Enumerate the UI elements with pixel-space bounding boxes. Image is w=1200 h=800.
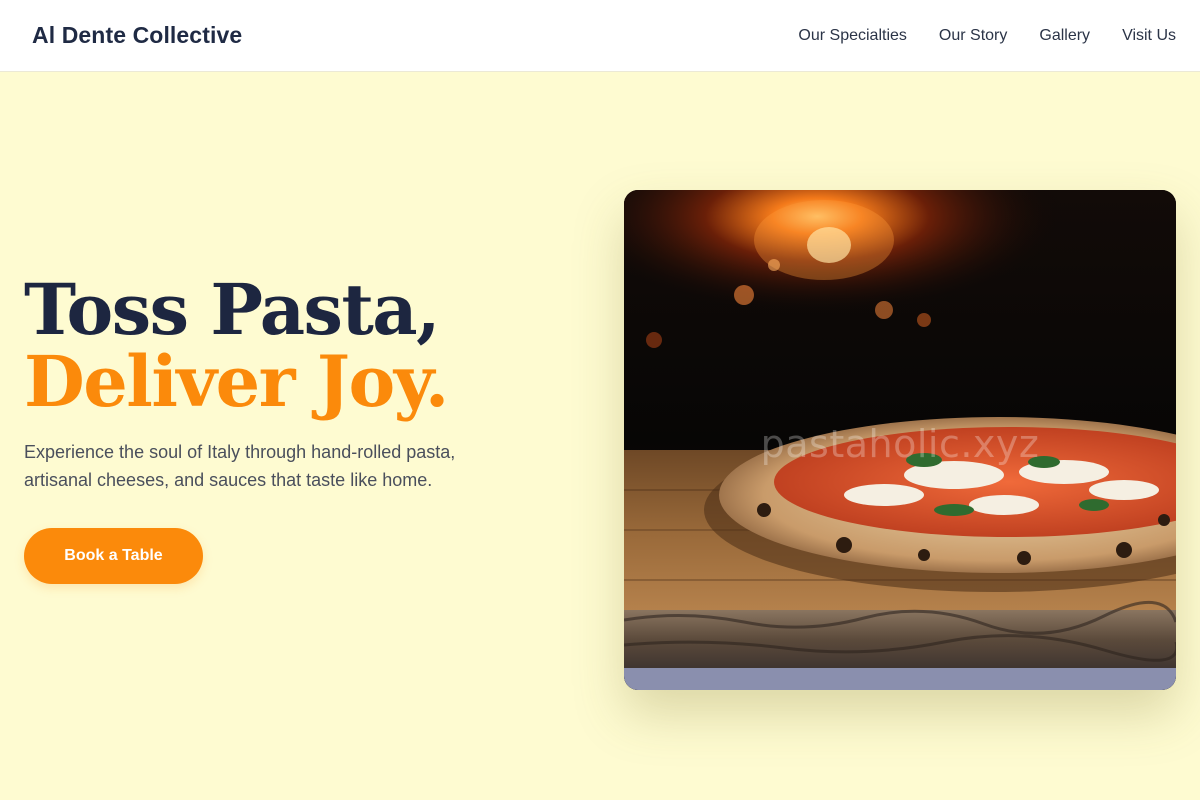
image-watermark: pastaholic.xyz — [760, 422, 1040, 466]
hero-text-block: Toss Pasta, Deliver Joy. Experience the … — [24, 274, 484, 584]
brand-logo-text[interactable]: Al Dente Collective — [32, 22, 242, 49]
hero-headline: Toss Pasta, Deliver Joy. — [24, 274, 484, 418]
nav-link-our-specialties[interactable]: Our Specialties — [798, 27, 907, 45]
nav-link-our-story[interactable]: Our Story — [939, 27, 1007, 45]
top-navigation-bar: Al Dente Collective Our Specialties Our … — [0, 0, 1200, 72]
book-a-table-button[interactable]: Book a Table — [24, 528, 203, 584]
hero-subtext: Experience the soul of Italy through han… — [24, 442, 456, 490]
hero-headline-line2: Deliver Joy. — [24, 340, 449, 423]
hero-pizza-photo: pastaholic.xyz — [624, 190, 1176, 690]
main-nav: Our Specialties Our Story Gallery Visit … — [798, 27, 1176, 45]
nav-link-gallery[interactable]: Gallery — [1039, 27, 1090, 45]
hero-headline-line1: Toss Pasta, — [24, 268, 441, 351]
nav-link-visit-us[interactable]: Visit Us — [1122, 27, 1176, 45]
